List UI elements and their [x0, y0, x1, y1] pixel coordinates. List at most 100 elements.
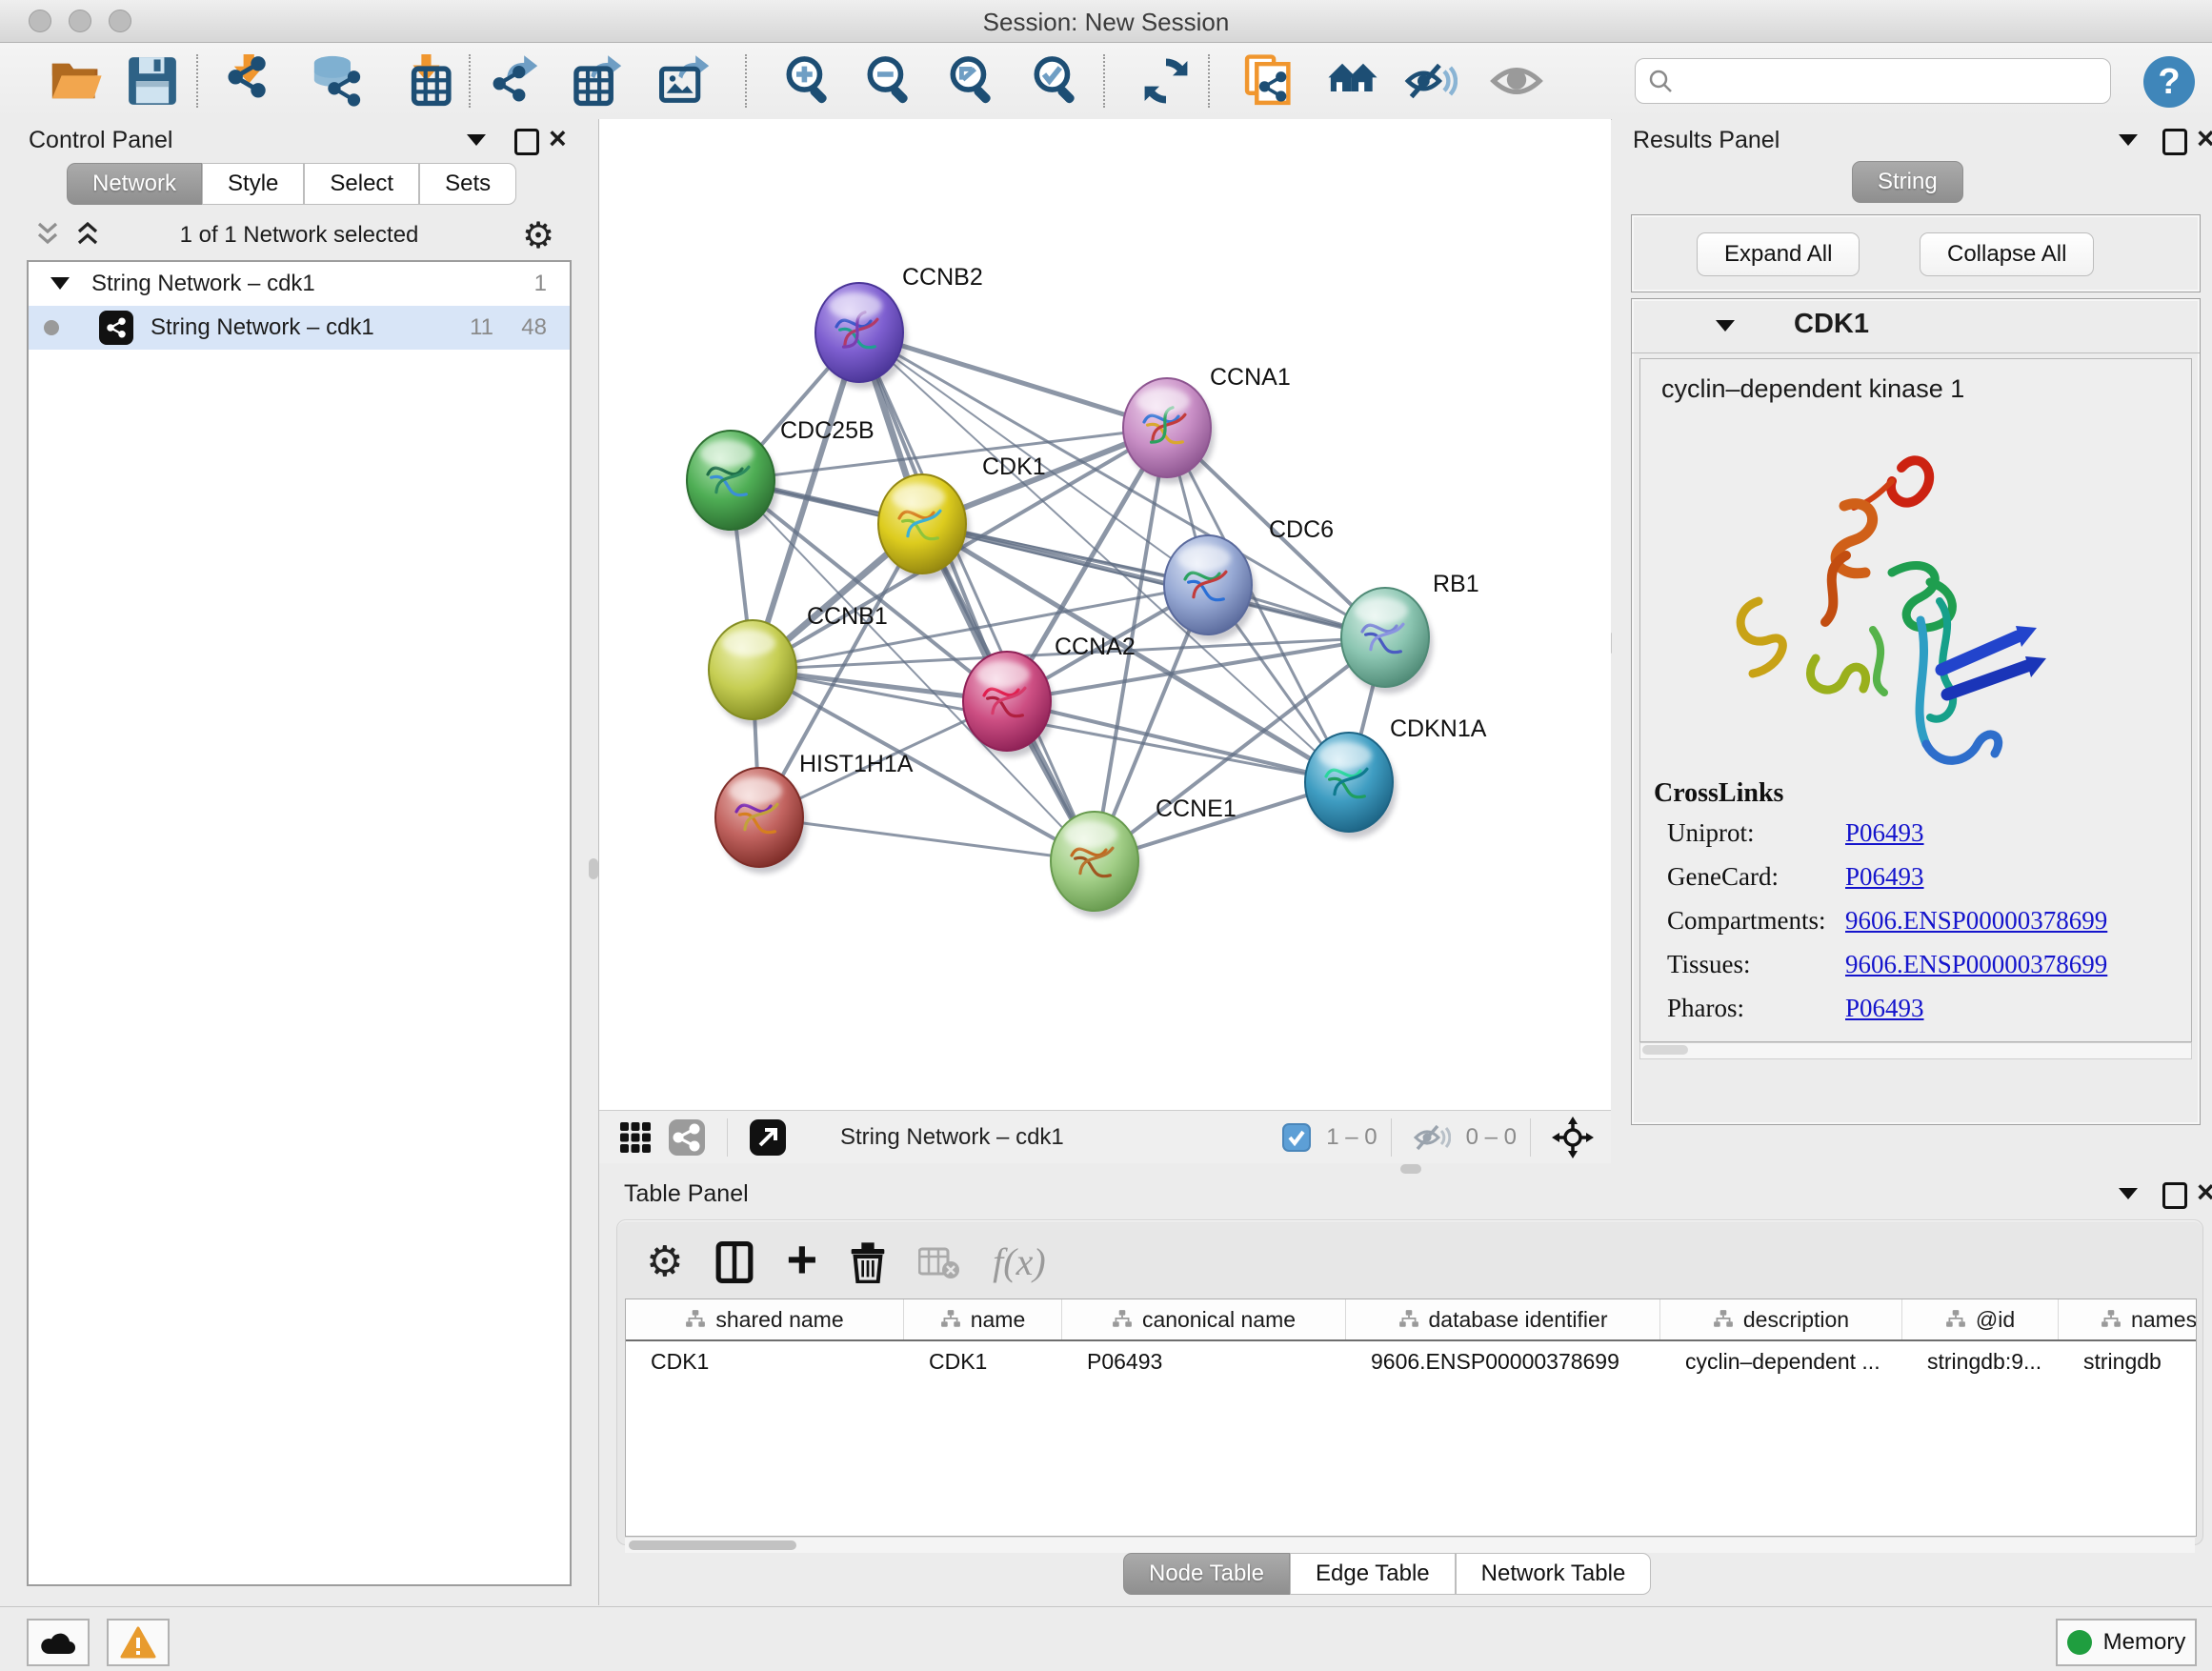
footer-separator	[1530, 1118, 1531, 1157]
column-header-shared-name[interactable]: shared name	[626, 1299, 904, 1339]
crosslink-link[interactable]: P06493	[1845, 818, 1924, 848]
column-header-canonical-name[interactable]: canonical name	[1062, 1299, 1346, 1339]
save-session-icon[interactable]	[122, 52, 183, 110]
tab-select[interactable]: Select	[304, 163, 419, 205]
export-table-icon[interactable]	[568, 52, 629, 110]
selected-checkbox-icon[interactable]	[1282, 1123, 1311, 1152]
table-cell[interactable]: stringdb	[2059, 1349, 2197, 1375]
crosslink-link[interactable]: P06493	[1845, 862, 1924, 892]
network-node-ccne1[interactable]: CCNE1	[1051, 795, 1237, 917]
toolbar-separator	[1208, 54, 1210, 108]
birdseye-grid-icon[interactable]	[618, 1120, 653, 1155]
table-cell[interactable]: CDK1	[904, 1349, 1062, 1375]
network-badge-icon[interactable]	[668, 1118, 706, 1157]
close-panel-icon[interactable]: ×	[2197, 1175, 2212, 1210]
table-hscroll-thumb[interactable]	[629, 1540, 796, 1550]
collapse-all-button[interactable]: Collapse All	[1920, 232, 2094, 276]
network-node-cdc6[interactable]: CDC6	[1164, 516, 1334, 641]
column-header-description[interactable]: description	[1660, 1299, 1902, 1339]
tab-edge-table[interactable]: Edge Table	[1290, 1553, 1456, 1595]
delete-column-trash-icon[interactable]	[850, 1241, 886, 1283]
zoom-fit-icon[interactable]	[943, 52, 1004, 110]
table-cell[interactable]: stringdb:9...	[1902, 1349, 2059, 1375]
toggle-graphics-details-icon[interactable]	[1400, 52, 1461, 110]
tab-network-table[interactable]: Network Table	[1456, 1553, 1652, 1595]
column-header-database-identifier[interactable]: database identifier	[1346, 1299, 1660, 1339]
protein-header[interactable]: CDK1	[1632, 299, 2200, 353]
table-settings-gear-icon[interactable]: ⚙	[646, 1238, 683, 1286]
tab-style[interactable]: Style	[202, 163, 304, 205]
table-row[interactable]: CDK1CDK1P064939606.ENSP00000378699cyclin…	[626, 1341, 2196, 1381]
close-panel-icon[interactable]: ×	[2197, 121, 2212, 156]
hidden-eye-icon[interactable]	[1413, 1122, 1451, 1153]
network-node-hist1h1a[interactable]: HIST1H1A	[715, 751, 914, 874]
memory-button[interactable]: Memory	[2056, 1619, 2197, 1666]
import-network-database-icon[interactable]	[307, 52, 368, 110]
crosslink-link[interactable]: P06493	[1845, 994, 1924, 1023]
refresh-network-icon[interactable]	[1136, 52, 1196, 110]
zoom-in-icon[interactable]	[779, 52, 840, 110]
column-header-name[interactable]: name	[904, 1299, 1062, 1339]
network-edge[interactable]	[1007, 701, 1349, 782]
float-panel-icon[interactable]	[2162, 129, 2187, 155]
table-cell[interactable]: cyclin–dependent ...	[1660, 1349, 1902, 1375]
import-network-file-icon[interactable]	[221, 52, 282, 110]
collapse-panel-icon[interactable]	[465, 132, 488, 152]
network-node-rb1[interactable]: RB1	[1341, 571, 1479, 694]
results-hscroll-thumb[interactable]	[1642, 1045, 1688, 1055]
fit-crosshair-icon[interactable]	[1552, 1117, 1594, 1158]
clone-network-icon[interactable]	[1238, 52, 1299, 110]
tab-network[interactable]: Network	[67, 163, 202, 205]
node-label: CDC25B	[780, 417, 875, 444]
export-image-icon[interactable]	[655, 52, 716, 110]
show-columns-icon[interactable]	[715, 1241, 754, 1283]
network-collection-row[interactable]: String Network – cdk1 1	[29, 262, 570, 306]
tab-node-table[interactable]: Node Table	[1123, 1553, 1290, 1595]
column-header-namespace[interactable]: namespace	[2059, 1299, 2197, 1339]
string-home-icon[interactable]	[1322, 52, 1383, 110]
close-panel-icon[interactable]: ×	[549, 121, 567, 156]
warning-icon	[120, 1626, 156, 1659]
collection-expand-icon[interactable]	[50, 271, 70, 297]
search-input-wrap	[1635, 58, 2111, 104]
results-hscrollbar[interactable]	[1639, 1042, 2192, 1059]
column-header-@id[interactable]: @id	[1902, 1299, 2059, 1339]
left-splitter-handle[interactable]	[589, 858, 598, 879]
collapse-panel-icon[interactable]	[2117, 132, 2140, 152]
crosslink-link[interactable]: 9606.ENSP00000378699	[1845, 950, 2107, 979]
node-label: HIST1H1A	[799, 751, 914, 777]
add-column-icon[interactable]: +	[786, 1228, 817, 1290]
search-input[interactable]	[1683, 67, 2099, 95]
expand-all-button[interactable]: Expand All	[1697, 232, 1860, 276]
network-row-selected[interactable]: String Network – cdk1 11 48	[29, 306, 570, 350]
warning-status-button[interactable]	[107, 1619, 170, 1666]
table-cell[interactable]: CDK1	[626, 1349, 904, 1375]
import-table-file-icon[interactable]	[398, 52, 459, 110]
network-canvas[interactable]: CCNB2 CCNA1 CDC25B CDK1 CDC6 RB1 CCNB1	[599, 119, 1611, 1110]
node-label: CCNB1	[807, 603, 888, 630]
open-session-icon[interactable]	[46, 52, 107, 110]
network-edge[interactable]	[859, 332, 1095, 861]
tab-sets[interactable]: Sets	[419, 163, 516, 205]
help-button[interactable]: ?	[2143, 56, 2195, 108]
node-table[interactable]: shared namenamecanonical namedatabase id…	[625, 1299, 2197, 1537]
zoom-selected-icon[interactable]	[1027, 52, 1088, 110]
open-in-window-icon[interactable]	[749, 1118, 787, 1157]
table-hscrollbar[interactable]	[625, 1537, 2195, 1553]
crosslink-link[interactable]: 9606.ENSP00000378699	[1845, 906, 2107, 936]
network-edge[interactable]	[759, 817, 1095, 861]
zoom-out-icon[interactable]	[860, 52, 921, 110]
collapse-section-icon[interactable]	[1714, 318, 1737, 338]
float-panel-icon[interactable]	[514, 129, 539, 155]
network-options-gear-icon[interactable]: ⚙	[522, 214, 554, 257]
table-cell[interactable]: P06493	[1062, 1349, 1346, 1375]
expand-collapse-bar: Expand All Collapse All	[1631, 214, 2201, 292]
cloud-status-button[interactable]	[27, 1619, 90, 1666]
tab-string[interactable]: String	[1852, 161, 1963, 203]
export-network-icon[interactable]	[484, 52, 545, 110]
collapse-panel-icon[interactable]	[2117, 1186, 2140, 1206]
table-cell[interactable]: 9606.ENSP00000378699	[1346, 1349, 1660, 1375]
network-node-cdkn1a[interactable]: CDKN1A	[1305, 715, 1487, 838]
float-panel-icon[interactable]	[2162, 1182, 2187, 1209]
bottom-splitter-handle[interactable]	[1400, 1164, 1421, 1174]
